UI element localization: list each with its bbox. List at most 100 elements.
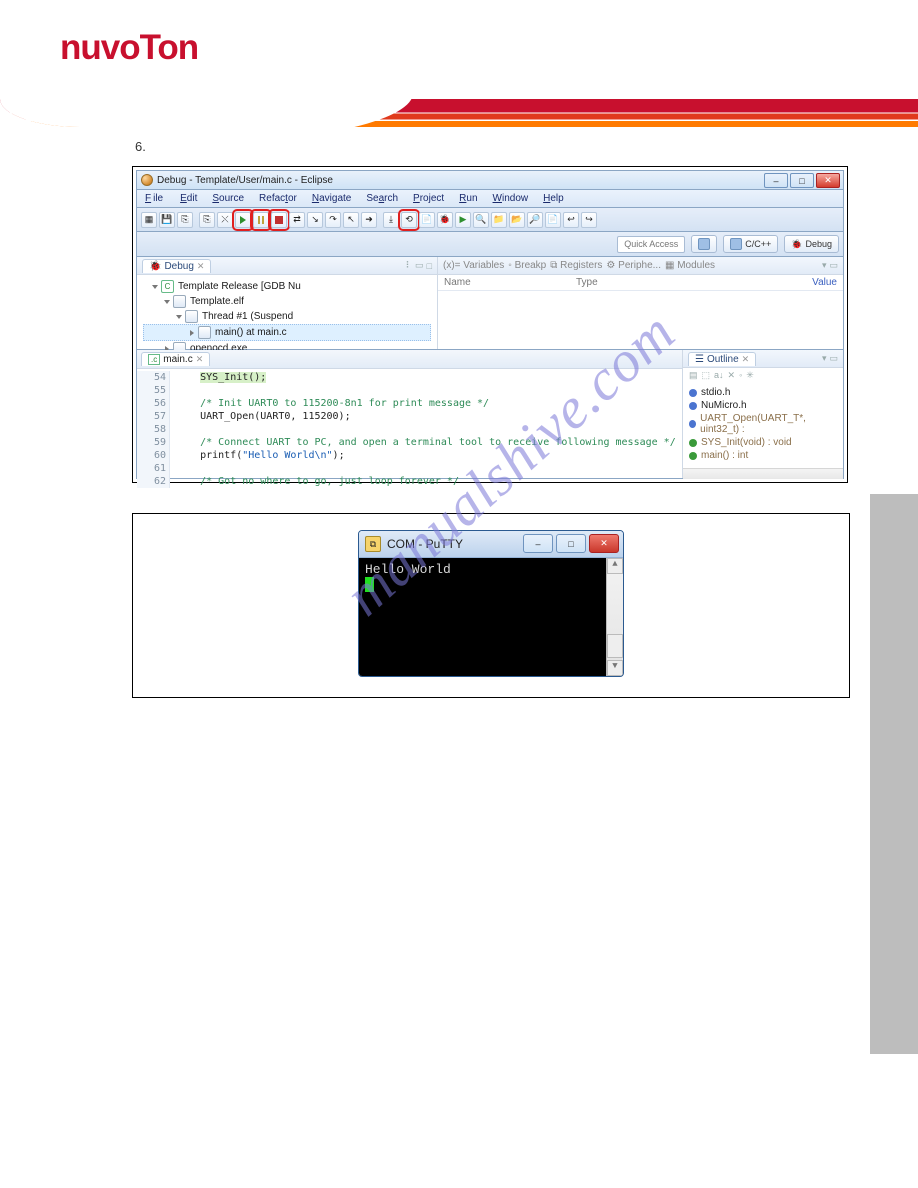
step-over-button[interactable]: ↷ — [325, 212, 341, 228]
outline-scrollbar[interactable] — [683, 468, 843, 479]
menu-refactor[interactable]: Refactor — [257, 192, 299, 205]
menu-edit[interactable]: Edit — [178, 192, 199, 205]
open-perspective-button[interactable] — [691, 235, 717, 253]
perspective-cpp[interactable]: C/C++ — [723, 235, 778, 253]
toolbar-button[interactable]: ⎘ — [177, 212, 193, 228]
outline-tool-icon[interactable]: ✕ — [728, 370, 736, 381]
scroll-up-icon[interactable]: ▲ — [607, 558, 623, 574]
outline-item[interactable]: NuMicro.h — [689, 399, 837, 412]
code-line[interactable]: /* Connect UART to PC, and open a termin… — [176, 436, 676, 449]
toolbar-button[interactable]: ▦ — [141, 212, 157, 228]
toolbar-button[interactable]: ↪ — [581, 212, 597, 228]
toolbar-button[interactable]: 🔍 — [473, 212, 489, 228]
outline-tool-icon[interactable]: ▤ — [689, 370, 698, 381]
toolbar-button[interactable]: ⎘ — [199, 212, 215, 228]
toolbar-button[interactable]: 📄 — [545, 212, 561, 228]
code-line[interactable] — [176, 423, 676, 436]
code-line[interactable]: /* Init UART0 to 115200-8n1 for print me… — [176, 397, 676, 410]
minimize-icon[interactable]: ▭ — [829, 353, 838, 364]
toolbar-button[interactable]: 📄 — [419, 212, 435, 228]
outline-tab[interactable]: ☰ Outline ✕ — [688, 352, 756, 366]
code-editor[interactable]: .c main.c ✕ 545556575859606162 SYS_Init(… — [137, 350, 682, 478]
debug-dropdown[interactable]: 🐞 — [437, 212, 453, 228]
outline-item[interactable]: SYS_Init(void) : void — [689, 436, 837, 449]
window-maximize-button[interactable]: □ — [556, 534, 586, 553]
toolbar-button[interactable]: 💾 — [159, 212, 175, 228]
step-into-button[interactable]: ↘ — [307, 212, 323, 228]
editor-tab-main[interactable]: .c main.c ✕ — [141, 352, 210, 366]
skip-all-bp-button[interactable]: ⤬ — [217, 212, 233, 228]
outline-item[interactable]: stdio.h — [689, 386, 837, 399]
window-minimize-button[interactable]: – — [764, 173, 788, 188]
debug-tree-item[interactable]: main() at main.c — [143, 324, 431, 341]
run-dropdown[interactable]: ▶ — [455, 212, 471, 228]
toolbar-button[interactable]: ➜ — [361, 212, 377, 228]
outline-tool-icon[interactable]: a↓ — [714, 370, 724, 381]
view-menu-icon[interactable]: ▾ — [822, 353, 827, 364]
code-line[interactable]: UART_Open(UART0, 115200); — [176, 410, 676, 423]
view-menu-icon[interactable]: ▾ — [822, 260, 827, 271]
tab-variables[interactable]: (x)= Variables — [443, 260, 504, 271]
tab-registers[interactable]: ⧉ Registers — [550, 260, 602, 271]
minimize-icon[interactable]: ▭ — [829, 260, 838, 271]
resume-button[interactable] — [235, 212, 251, 228]
code-line[interactable]: printf("Hello World\n"); — [176, 449, 676, 462]
menu-navigate[interactable]: Navigate — [310, 192, 353, 205]
menu-file[interactable]: File — [143, 192, 167, 205]
code-line[interactable]: SYS_Init(); — [176, 371, 676, 384]
outline-item[interactable]: UART_Open(UART_T*, uint32_t) : — [689, 412, 837, 436]
scroll-thumb[interactable] — [607, 634, 623, 658]
step-return-button[interactable]: ↖ — [343, 212, 359, 228]
code-line[interactable] — [176, 384, 676, 397]
window-minimize-button[interactable]: – — [523, 534, 553, 553]
outline-tool-icon[interactable]: ◦ — [739, 370, 742, 381]
debug-tab[interactable]: 🐞 Debug ✕ — [142, 259, 211, 273]
terminate-button[interactable] — [271, 212, 287, 228]
minimize-icon[interactable]: ▭ — [415, 260, 424, 271]
window-maximize-button[interactable]: □ — [790, 173, 814, 188]
toolbar-button[interactable]: ↩ — [563, 212, 579, 228]
menu-source[interactable]: Source — [210, 192, 246, 205]
expand-icon[interactable] — [190, 330, 194, 336]
code-line[interactable]: /* Got no where to go, just loop forever… — [176, 475, 676, 488]
window-close-button[interactable]: ✕ — [589, 534, 619, 553]
tab-peripherals[interactable]: ⚙ Periphe... — [606, 260, 661, 271]
quick-access-input[interactable]: Quick Access — [617, 236, 685, 253]
disconnect-button[interactable]: ⇄ — [289, 212, 305, 228]
expand-icon[interactable] — [164, 300, 170, 304]
toolbar-button[interactable]: ⤓ — [383, 212, 399, 228]
menu-project[interactable]: Project — [411, 192, 446, 205]
terminal-scrollbar[interactable]: ▲ ▼ — [606, 558, 623, 676]
expand-icon[interactable] — [152, 285, 158, 289]
view-menu-icon[interactable]: ⠇ — [405, 260, 412, 271]
toolbar-button[interactable]: 📂 — [509, 212, 525, 228]
scroll-down-icon[interactable]: ▼ — [607, 660, 623, 676]
menu-help[interactable]: Help — [541, 192, 566, 205]
menu-window[interactable]: Window — [491, 192, 531, 205]
tab-modules[interactable]: ▦ Modules — [665, 260, 715, 271]
window-close-button[interactable]: ✕ — [816, 173, 840, 188]
perspective-debug[interactable]: 🐞Debug — [784, 235, 839, 253]
putty-terminal[interactable]: Hello World ▲ ▼ — [359, 558, 623, 676]
outline-item[interactable]: main() : int — [689, 449, 837, 462]
maximize-icon[interactable]: □ — [427, 261, 432, 271]
eclipse-titlebar: Debug - Template/User/main.c - Eclipse –… — [136, 170, 844, 190]
outline-item-icon — [689, 452, 697, 460]
tab-breakpoints[interactable]: ◦ Breakp — [508, 260, 546, 271]
toolbar-button[interactable]: 🔎 — [527, 212, 543, 228]
menu-run[interactable]: Run — [457, 192, 479, 205]
outline-item-label: SYS_Init(void) : void — [701, 437, 792, 448]
outline-item-label: NuMicro.h — [701, 400, 747, 411]
toolbar-button[interactable]: 📁 — [491, 212, 507, 228]
outline-tool-icon[interactable]: ⬚ — [702, 370, 711, 381]
tree-item-label: main() at main.c — [215, 327, 287, 338]
menu-search[interactable]: Search — [364, 192, 400, 205]
restart-button[interactable]: ⟲ — [401, 212, 417, 228]
debug-tree-item[interactable]: Template.elf — [143, 294, 431, 309]
code-line[interactable] — [176, 462, 676, 475]
expand-icon[interactable] — [176, 315, 182, 319]
debug-tree-item[interactable]: CTemplate Release [GDB Nu — [143, 279, 431, 294]
suspend-button[interactable] — [253, 212, 269, 228]
debug-tree-item[interactable]: Thread #1 (Suspend — [143, 309, 431, 324]
outline-tool-icon[interactable]: ✳ — [746, 370, 754, 381]
